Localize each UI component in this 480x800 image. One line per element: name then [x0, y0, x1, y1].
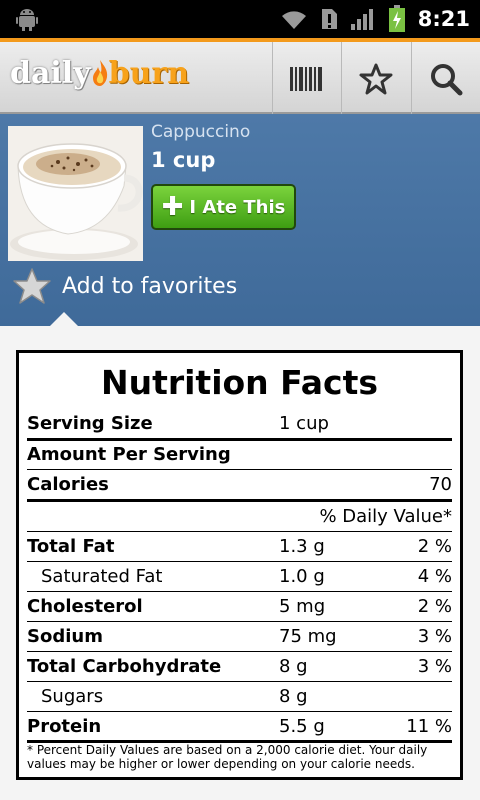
nutrient-row-sugars: Sugars 8 g [27, 681, 452, 711]
search-icon [430, 64, 462, 96]
food-header: Cappuccino 1 cup ✚ I Ate This Add to fav… [0, 114, 480, 328]
star-icon [13, 268, 51, 304]
nutrient-daily-value: 11 % [406, 715, 452, 737]
status-clock: 8:21 [417, 7, 470, 31]
nutrient-label: Saturated Fat [41, 565, 163, 587]
nutrient-row-saturated-fat: Saturated Fat 1.0 g 4 % [27, 561, 452, 591]
signal-icon [350, 7, 376, 31]
add-to-favorites-button[interactable]: Add to favorites [12, 266, 237, 306]
nutrient-label: Total Carbohydrate [27, 655, 222, 677]
calories-label: Calories [27, 473, 109, 495]
i-ate-this-button[interactable]: ✚ I Ate This [151, 184, 296, 230]
panel-pointer [50, 312, 78, 326]
nutrition-facts-label: Nutrition Facts Serving Size 1 cup Amoun… [16, 350, 463, 780]
nutrient-row-total-fat: Total Fat 1.3 g 2 % [27, 531, 452, 561]
serving-size-label: Serving Size [27, 412, 153, 434]
logo-daily: daily [10, 56, 91, 91]
barcode-icon [289, 67, 322, 91]
nutrient-amount: 1.3 g [279, 535, 325, 557]
nutrient-label: Protein [27, 715, 102, 737]
android-debug-icon [16, 7, 38, 31]
calories-row: Calories 70 [27, 469, 452, 499]
nutrient-amount: 5.5 g [279, 715, 325, 737]
serving-size: 1 cup [151, 148, 216, 172]
daily-value-footnote: * Percent Daily Values are based on a 2,… [27, 743, 428, 771]
nutrient-daily-value: 4 % [417, 565, 452, 587]
daily-value-header-row: % Daily Value* [27, 501, 452, 531]
search-button[interactable] [411, 42, 479, 116]
add-to-favorites-label: Add to favorites [62, 273, 238, 299]
food-name: Cappuccino [151, 122, 251, 142]
nutrient-amount: 1.0 g [279, 565, 325, 587]
nutrient-amount: 75 mg [279, 625, 337, 647]
nutrient-label: Cholesterol [27, 595, 143, 617]
nutrient-row-total-carbohydrate: Total Carbohydrate 8 g 3 % [27, 651, 452, 681]
nutrient-row-protein: Protein 5.5 g 11 % [27, 711, 452, 741]
wifi-icon [280, 8, 308, 30]
food-image [8, 126, 143, 261]
status-bar: 8:21 [0, 0, 480, 38]
flame-icon [91, 59, 109, 87]
action-bar: daily burn [0, 38, 480, 116]
nutrient-label: Total Fat [27, 535, 115, 557]
amount-per-serving-label: Amount Per Serving [27, 443, 231, 465]
nutrient-daily-value: 2 % [417, 595, 452, 617]
nutrient-amount: 8 g [279, 685, 308, 707]
nutrient-row-cholesterol: Cholesterol 5 mg 2 % [27, 591, 452, 621]
barcode-scan-button[interactable] [272, 42, 340, 116]
battery-charging-icon [388, 5, 406, 33]
calories-value: 70 [429, 473, 452, 495]
plus-icon: ✚ [161, 192, 184, 222]
daily-value-header: % Daily Value* [319, 505, 452, 527]
alert-icon [320, 7, 338, 31]
amount-per-serving-row: Amount Per Serving [27, 439, 452, 469]
nutrient-daily-value: 3 % [417, 655, 452, 677]
logo-burn: burn [108, 56, 190, 91]
nutrition-facts-title: Nutrition Facts [100, 363, 379, 402]
nutrient-amount: 5 mg [279, 595, 326, 617]
nutrient-row-sodium: Sodium 75 mg 3 % [27, 621, 452, 651]
nutrient-daily-value: 3 % [417, 625, 452, 647]
nutrient-daily-value: 2 % [417, 535, 452, 557]
favorites-button[interactable] [341, 42, 409, 116]
nutrient-label: Sugars [41, 685, 104, 707]
star-icon [359, 63, 392, 95]
i-ate-this-label: I Ate This [189, 196, 286, 218]
nutrient-label: Sodium [27, 625, 103, 647]
serving-size-value: 1 cup [279, 412, 329, 434]
serving-size-row: Serving Size 1 cup [27, 408, 452, 438]
nutrient-amount: 8 g [279, 655, 308, 677]
app-logo[interactable]: daily burn [10, 56, 189, 91]
